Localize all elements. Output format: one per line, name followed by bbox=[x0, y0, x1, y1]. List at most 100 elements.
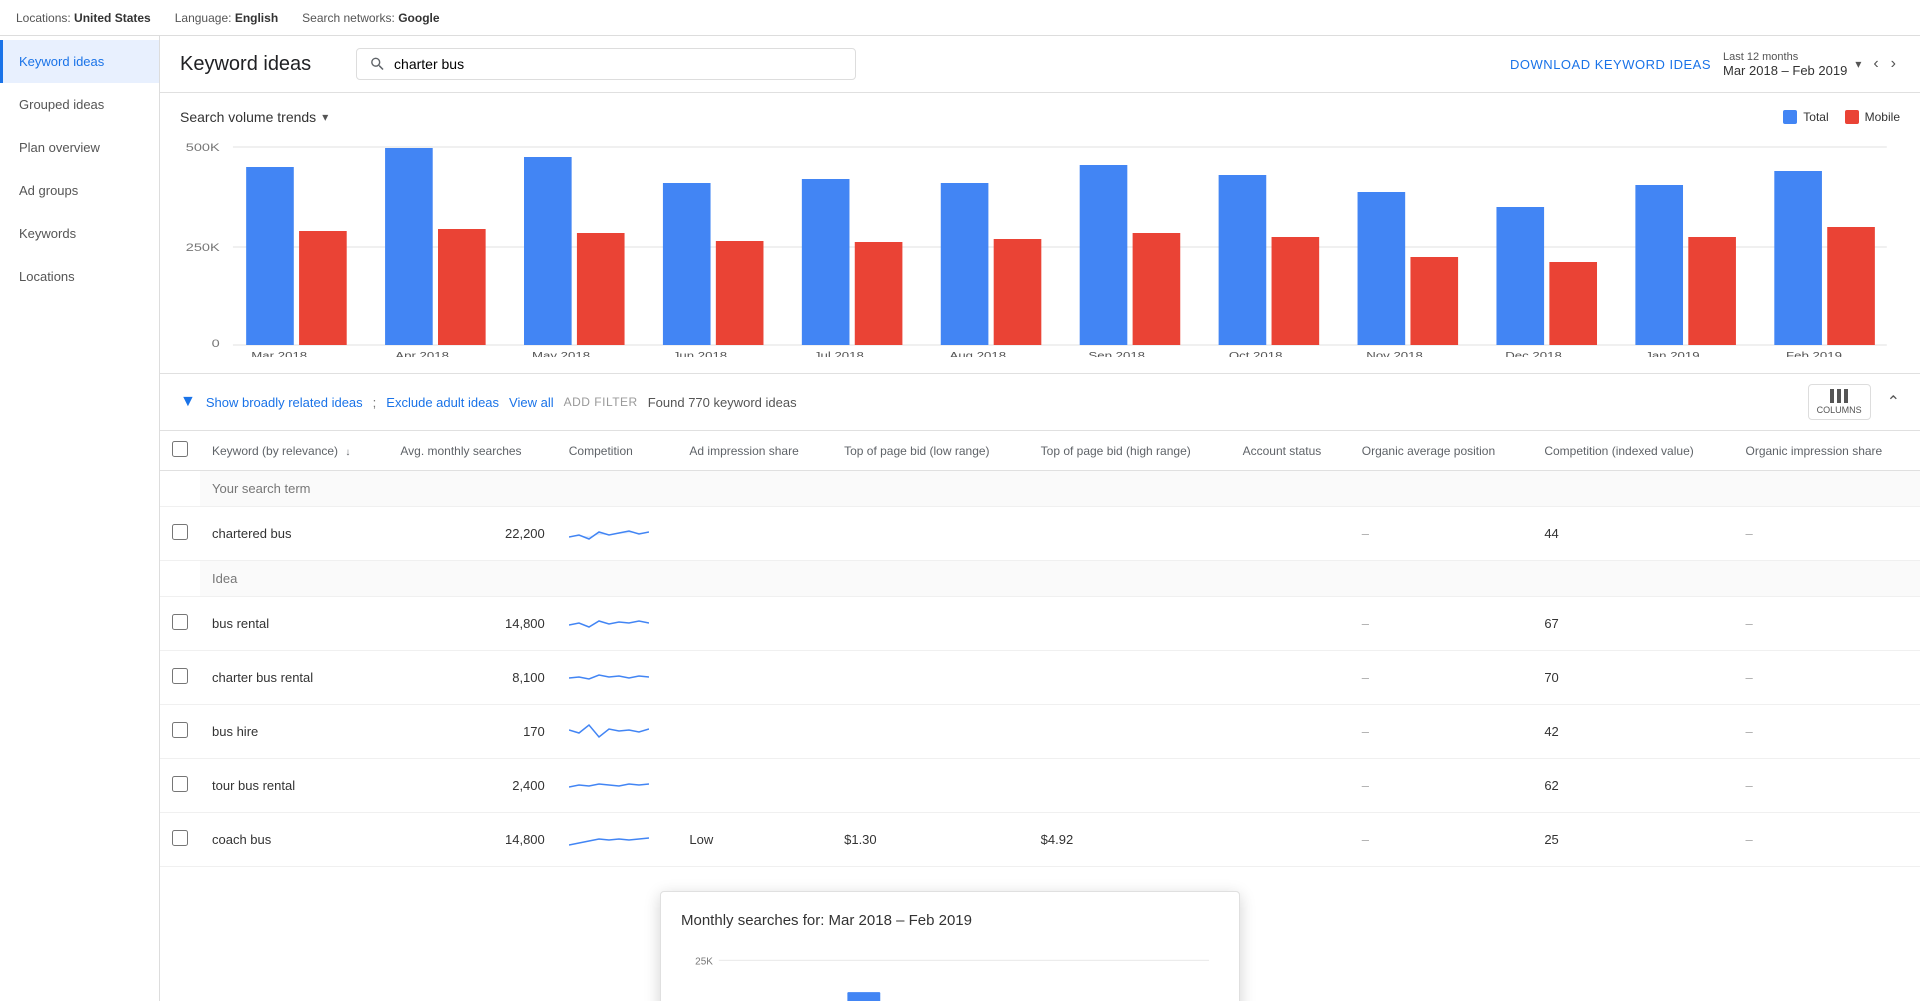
networks-info: Search networks: Google bbox=[302, 11, 439, 25]
show-broadly-related-link[interactable]: Show broadly related ideas bbox=[206, 395, 363, 410]
top-low-cell bbox=[832, 759, 1029, 813]
date-range-selector: Last 12 months Mar 2018 – Feb 2019 ▾ ‹ › bbox=[1723, 51, 1900, 78]
avg-monthly-cell: 8,100 bbox=[388, 651, 556, 705]
mini-chart-cell bbox=[557, 759, 678, 813]
date-range-dropdown-button[interactable]: ▾ bbox=[1851, 53, 1865, 75]
row-checkbox[interactable] bbox=[172, 776, 188, 792]
chart-dropdown-icon[interactable]: ▾ bbox=[322, 110, 328, 124]
top-low-cell bbox=[832, 705, 1029, 759]
table-row: charter bus rental 8,100 – 70 bbox=[160, 651, 1920, 705]
svg-text:Sep 2018: Sep 2018 bbox=[1088, 350, 1145, 357]
sidebar-item-grouped-ideas[interactable]: Grouped ideas bbox=[0, 83, 159, 126]
sidebar-item-keyword-ideas[interactable]: Keyword ideas bbox=[0, 40, 159, 83]
sparkline bbox=[569, 517, 649, 547]
sparkline bbox=[569, 607, 649, 637]
tooltip-chart: 25K 12.5K 0 bbox=[681, 945, 1219, 1001]
mini-chart-cell bbox=[557, 507, 678, 561]
row-checkbox[interactable] bbox=[172, 722, 188, 738]
avg-monthly-col-header: Avg. monthly searches bbox=[388, 431, 556, 471]
language-info: Language: English bbox=[175, 11, 278, 25]
keyword-cell: bus rental bbox=[200, 597, 388, 651]
legend-mobile-label: Mobile bbox=[1865, 110, 1900, 124]
organic-impression-col-header: Organic impression share bbox=[1733, 431, 1920, 471]
top-high-cell bbox=[1029, 651, 1231, 705]
sidebar-item-locations[interactable]: Locations bbox=[0, 255, 159, 298]
account-status-cell bbox=[1231, 759, 1350, 813]
svg-text:0: 0 bbox=[212, 337, 220, 350]
competition-cell bbox=[677, 651, 832, 705]
idea-label: Idea bbox=[200, 561, 1920, 597]
avg-monthly-cell: 22,200 bbox=[388, 507, 556, 561]
top-high-cell bbox=[1029, 759, 1231, 813]
sparkline bbox=[569, 715, 649, 745]
date-range-prev-button[interactable]: ‹ bbox=[1869, 51, 1882, 77]
avg-monthly-cell: 14,800 bbox=[388, 597, 556, 651]
comp-indexed-cell: 67 bbox=[1532, 597, 1733, 651]
avg-monthly-cell: 2,400 bbox=[388, 759, 556, 813]
columns-icon bbox=[1830, 389, 1848, 403]
download-keyword-ideas-link[interactable]: DOWNLOAD KEYWORD IDEAS bbox=[1510, 57, 1711, 72]
table-header: Keyword (by relevance) ↓ Avg. monthly se… bbox=[160, 431, 1920, 471]
svg-text:Feb 2019: Feb 2019 bbox=[1786, 350, 1842, 357]
mini-chart-cell bbox=[557, 597, 678, 651]
page-header: Keyword ideas DOWNLOAD KEYWORD IDEAS Las… bbox=[160, 36, 1920, 93]
mini-chart-cell bbox=[557, 651, 678, 705]
filter-bar: ▼ Show broadly related ideas ; Exclude a… bbox=[160, 374, 1920, 431]
exclude-adult-ideas-link[interactable]: Exclude adult ideas bbox=[386, 395, 499, 410]
avg-monthly-cell: 170 bbox=[388, 705, 556, 759]
sidebar-item-ad-groups[interactable]: Ad groups bbox=[0, 169, 159, 212]
competition-cell bbox=[677, 759, 832, 813]
account-status-cell bbox=[1231, 507, 1350, 561]
select-all-header bbox=[160, 431, 200, 471]
found-count-text: Found 770 keyword ideas bbox=[648, 395, 797, 410]
keyword-cell: coach bus bbox=[200, 813, 388, 867]
columns-button[interactable]: COLUMNS bbox=[1808, 384, 1871, 420]
search-input[interactable] bbox=[394, 56, 843, 72]
view-all-link[interactable]: View all bbox=[509, 395, 554, 410]
row-checkbox[interactable] bbox=[172, 524, 188, 540]
sidebar-item-plan-overview[interactable]: Plan overview bbox=[0, 126, 159, 169]
chart-title: Search volume trends bbox=[180, 109, 316, 125]
svg-text:Oct 2018: Oct 2018 bbox=[1229, 350, 1283, 357]
table-row: coach bus 14,800 Low $1.30 $4.92 – 25 bbox=[160, 813, 1920, 867]
svg-text:Apr 2018: Apr 2018 bbox=[395, 350, 449, 357]
comp-indexed-cell: 62 bbox=[1532, 759, 1733, 813]
date-range-value: Mar 2018 – Feb 2019 bbox=[1723, 63, 1847, 78]
organic-avg-cell: – bbox=[1350, 507, 1533, 561]
competition-indexed-col-header: Competition (indexed value) bbox=[1532, 431, 1733, 471]
account-status-col-header: Account status bbox=[1231, 431, 1350, 471]
ad-impression-col-header: Ad impression share bbox=[677, 431, 832, 471]
sort-icon[interactable]: ↓ bbox=[345, 447, 350, 458]
sparkline bbox=[569, 661, 649, 691]
tooltip-popup: Monthly searches for: Mar 2018 – Feb 201… bbox=[660, 891, 1240, 1001]
avg-monthly-cell: 14,800 bbox=[388, 813, 556, 867]
organic-avg-cell: – bbox=[1350, 597, 1533, 651]
tooltip-title: Monthly searches for: Mar 2018 – Feb 201… bbox=[681, 912, 1219, 929]
top-high-cell bbox=[1029, 597, 1231, 651]
competition-cell bbox=[677, 597, 832, 651]
row-checkbox[interactable] bbox=[172, 614, 188, 630]
svg-text:Mar 2018: Mar 2018 bbox=[251, 350, 307, 357]
filter-separator: ; bbox=[373, 395, 377, 410]
search-box[interactable] bbox=[356, 48, 856, 80]
row-checkbox[interactable] bbox=[172, 830, 188, 846]
row-checkbox[interactable] bbox=[172, 668, 188, 684]
select-all-checkbox[interactable] bbox=[172, 441, 188, 457]
mini-chart-cell bbox=[557, 705, 678, 759]
date-range-next-button[interactable]: › bbox=[1887, 51, 1900, 77]
content-area: Keyword ideas DOWNLOAD KEYWORD IDEAS Las… bbox=[160, 36, 1920, 1001]
filter-funnel-icon: ▼ bbox=[180, 393, 196, 411]
date-range-label: Last 12 months bbox=[1723, 51, 1847, 63]
svg-text:500K: 500K bbox=[186, 141, 220, 154]
comp-indexed-cell: 42 bbox=[1532, 705, 1733, 759]
collapse-button[interactable]: ⌃ bbox=[1887, 392, 1900, 412]
organic-avg-cell: – bbox=[1350, 705, 1533, 759]
ad-impression-cell bbox=[677, 507, 832, 561]
comp-indexed-cell: 44 bbox=[1532, 507, 1733, 561]
top-high-cell bbox=[1029, 705, 1231, 759]
add-filter-button[interactable]: ADD FILTER bbox=[564, 395, 638, 409]
keyword-col-header: Keyword (by relevance) ↓ bbox=[200, 431, 388, 471]
sidebar-item-keywords[interactable]: Keywords bbox=[0, 212, 159, 255]
sidebar: Keyword ideas Grouped ideas Plan overvie… bbox=[0, 36, 160, 1001]
organic-impression-cell: – bbox=[1733, 651, 1920, 705]
